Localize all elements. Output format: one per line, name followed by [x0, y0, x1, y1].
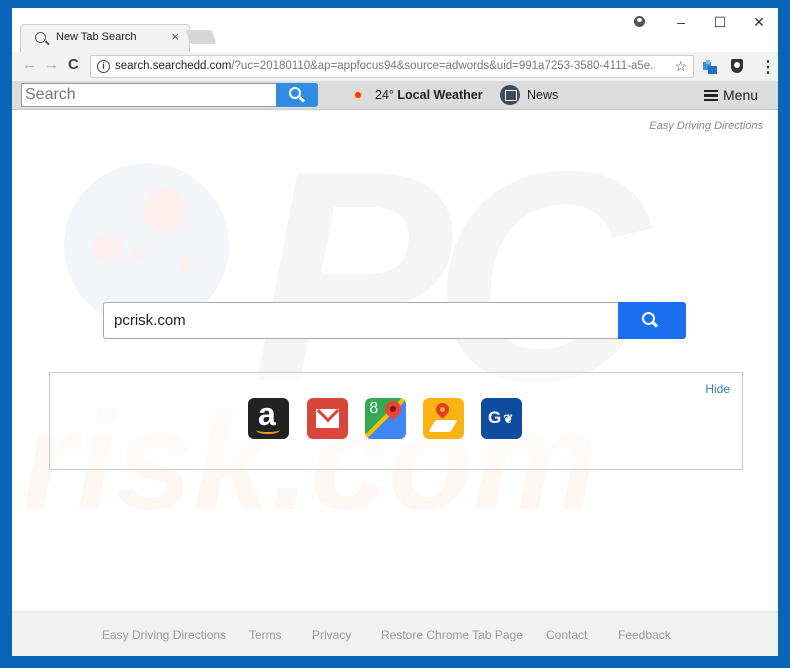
footer-link-easy-driving-directions[interactable]: Easy Driving Directions [102, 628, 226, 642]
footer-link-contact[interactable]: Contact [546, 628, 587, 642]
search-icon [289, 87, 301, 99]
gas-station-icon: G ❦ [488, 408, 514, 427]
weather-label: Local Weather [397, 88, 483, 102]
toolbar-search-button[interactable] [276, 83, 318, 107]
maximize-button[interactable]: ☐ [705, 14, 735, 31]
url-text[interactable]: search.searchedd.com/?uc=20180110&ap=app… [115, 60, 655, 72]
profile-icon[interactable] [634, 16, 645, 27]
watermark-dot [179, 258, 193, 272]
gmail-envelope-icon [316, 409, 339, 428]
amazon-shortcut[interactable]: a [248, 398, 289, 439]
footer: Easy Driving Directions Terms Privacy Re… [12, 611, 778, 656]
chrome-menu-icon[interactable]: ⋮ [760, 57, 776, 77]
bookmark-star-icon[interactable]: ☆ [674, 58, 687, 75]
weather-temp: 24° [375, 88, 394, 102]
shortcuts-panel: Hide a 8 G ❦ [49, 372, 743, 470]
toolbar-search-input[interactable] [21, 83, 277, 107]
watermark-dot [94, 233, 122, 263]
news-link[interactable]: News [527, 88, 558, 102]
driving-directions-shortcut[interactable] [423, 398, 464, 439]
gas-station-shortcut[interactable]: G ❦ [481, 398, 522, 439]
local-weather-link[interactable]: 24° Local Weather [375, 88, 483, 102]
map-pin-icon [381, 398, 405, 421]
tab-title: New Tab Search [56, 31, 137, 43]
map-pin-icon [433, 400, 452, 419]
google-maps-g-icon: 8 [369, 399, 379, 417]
footer-link-privacy[interactable]: Privacy [312, 628, 351, 642]
url-host: search.searchedd.com [115, 60, 232, 72]
hamburger-menu-icon[interactable] [704, 90, 718, 101]
forward-button[interactable]: → [44, 56, 59, 73]
extension-icon[interactable] [703, 60, 717, 74]
shield-extension-icon[interactable] [731, 59, 743, 73]
browser-toolbar: ← → C i search.searchedd.com/?uc=2018011… [12, 52, 778, 82]
url-path: /?uc=20180110&ap=appfocus94&source=adwor… [231, 60, 655, 72]
footer-link-feedback[interactable]: Feedback [618, 628, 671, 642]
minimize-button[interactable]: – [666, 14, 696, 30]
address-bar[interactable]: i search.searchedd.com/?uc=20180110&ap=a… [90, 55, 694, 78]
search-icon [35, 32, 46, 43]
tab-close-icon[interactable]: × [171, 29, 179, 44]
weather-sun-icon [355, 92, 361, 98]
reload-button[interactable]: C [68, 56, 79, 73]
info-icon[interactable]: i [97, 60, 110, 73]
news-icon[interactable] [500, 85, 520, 105]
google-maps-shortcut[interactable]: 8 [365, 398, 406, 439]
amazon-smile-icon [256, 426, 280, 434]
new-tab-button[interactable] [185, 30, 217, 44]
watermark-dot [132, 248, 144, 260]
main-search-input[interactable] [103, 302, 618, 339]
watermark-dot [144, 188, 184, 233]
road-icon [428, 420, 458, 432]
page-toolbar: 24° Local Weather News Menu [12, 82, 778, 110]
gmail-shortcut[interactable] [307, 398, 348, 439]
easy-driving-directions-link[interactable]: Easy Driving Directions [649, 120, 763, 132]
flame-icon: ❦ [503, 412, 514, 426]
close-window-button[interactable]: ✕ [744, 14, 774, 31]
title-bar: New Tab Search × – ☐ ✕ [12, 8, 778, 52]
page-content: PC risk.com Easy Driving Directions Hide… [12, 111, 778, 611]
search-icon [642, 312, 655, 325]
back-button[interactable]: ← [22, 56, 37, 73]
footer-link-terms[interactable]: Terms [249, 628, 282, 642]
tab-new-tab-search[interactable]: New Tab Search × [20, 24, 190, 52]
menu-button[interactable]: Menu [723, 87, 758, 103]
main-search-button[interactable] [618, 302, 686, 339]
hide-shortcuts-link[interactable]: Hide [705, 382, 730, 396]
browser-window: New Tab Search × – ☐ ✕ ← → C i search.se… [12, 8, 778, 656]
footer-link-restore-chrome-tab-page[interactable]: Restore Chrome Tab Page [381, 628, 523, 642]
